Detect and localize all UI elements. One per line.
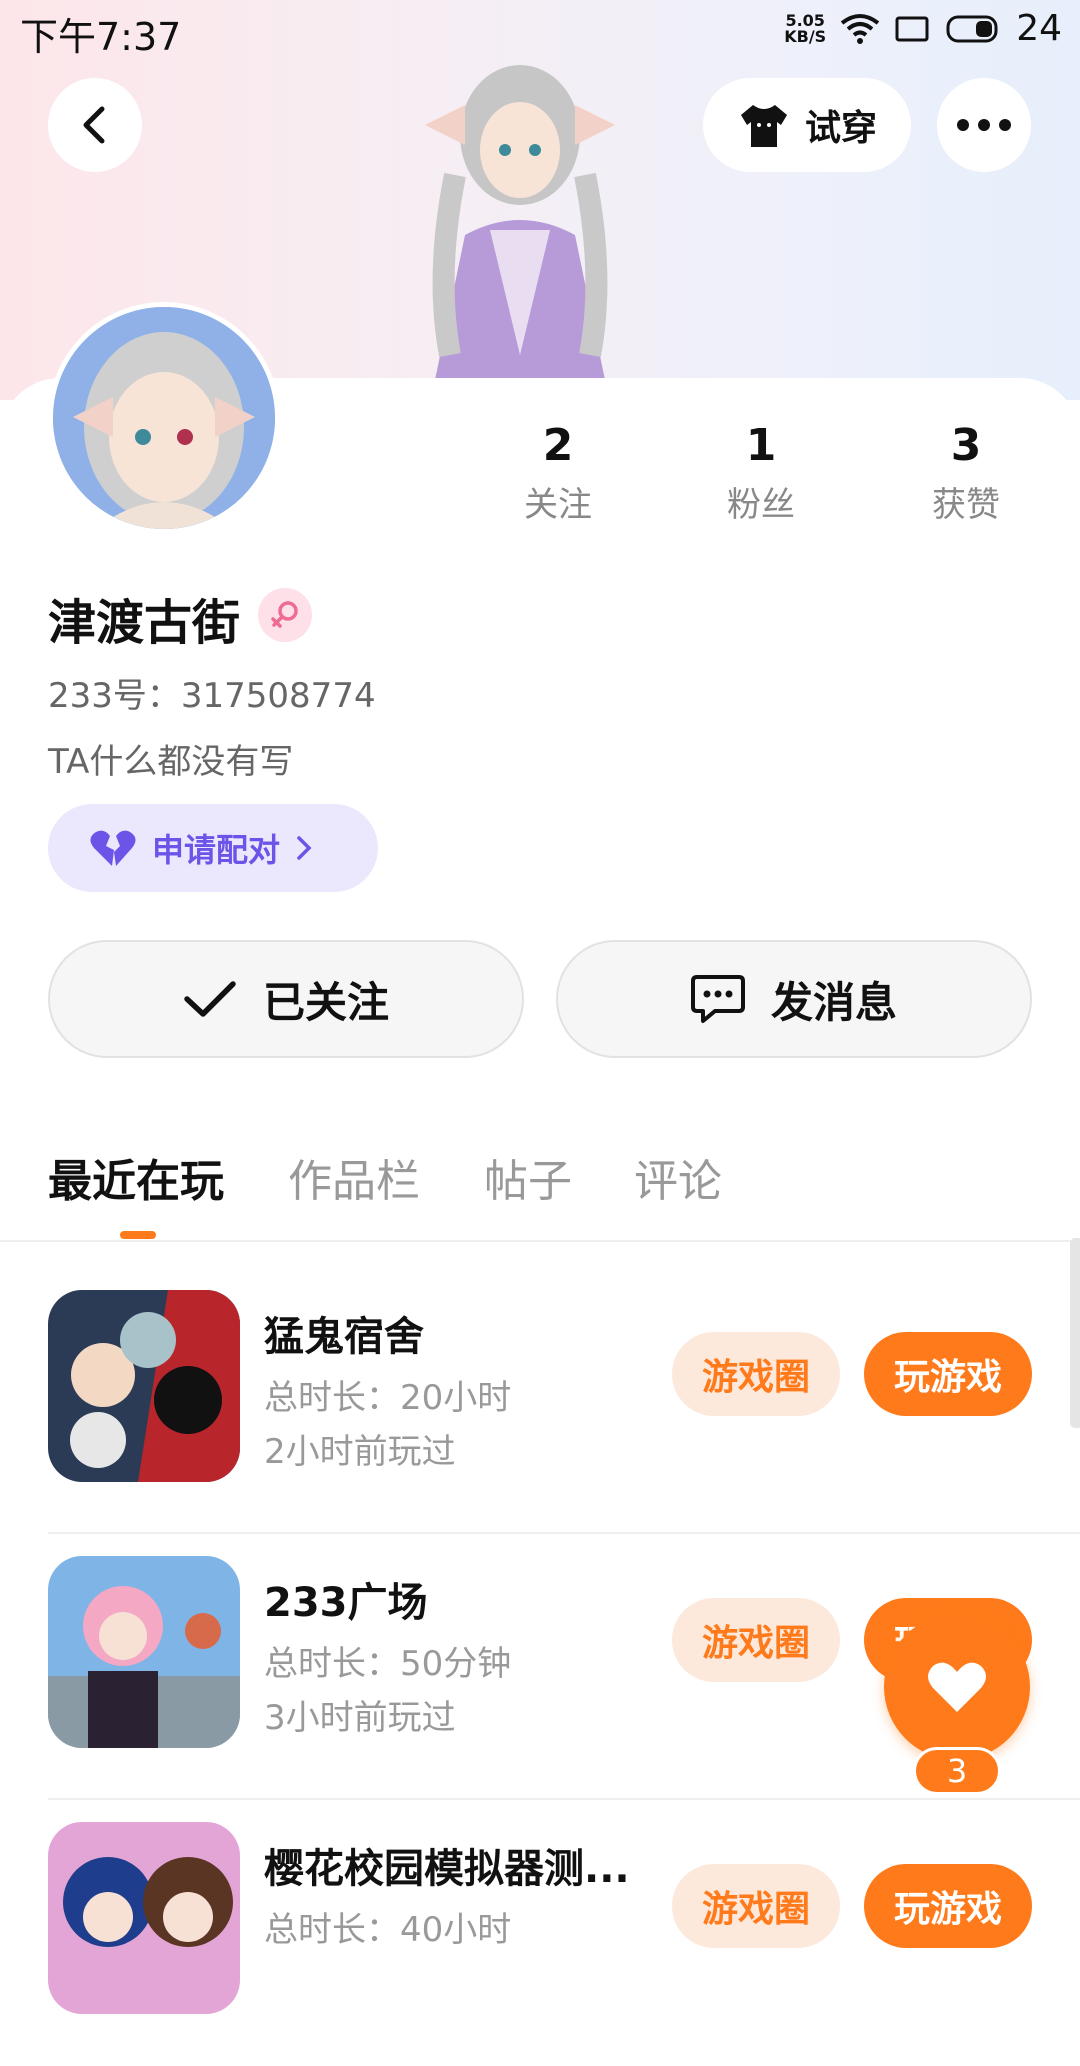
stat-following-count: 2 <box>542 420 574 471</box>
user-id: 233号：317508774 <box>48 676 376 716</box>
game-total-duration: 总时长：20小时 <box>264 1378 512 1418</box>
send-message-label: 发消息 <box>770 977 897 1027</box>
tshirt-icon <box>740 105 787 147</box>
screen-icon <box>895 16 929 41</box>
play-game-button[interactable]: 玩游戏 <box>864 1332 1032 1416</box>
game-cover-image <box>48 1556 240 1748</box>
female-symbol-icon <box>271 601 298 628</box>
tab-comments[interactable]: 评论 <box>634 1145 722 1209</box>
stat-fans-label: 粉丝 <box>727 485 795 525</box>
avatar-image <box>53 307 275 529</box>
game-last-played: 2小时前玩过 <box>264 1432 456 1472</box>
network-speed-unit: KB/S <box>784 26 827 46</box>
game-row[interactable]: 樱花校园模拟器测... 总时长：40小时 游戏圈 玩游戏 <box>0 1800 1080 2066</box>
network-speed: 5.05 KB/S <box>784 12 827 46</box>
stat-fans[interactable]: 1 粉丝 <box>681 420 841 526</box>
try-on-button[interactable]: 试穿 <box>703 78 911 172</box>
stat-likes-label: 获赞 <box>932 485 1000 525</box>
avatar-3d-figure <box>425 65 615 380</box>
user-bio: TA什么都没有写 <box>48 742 294 782</box>
more-button[interactable] <box>937 78 1031 172</box>
battery-icon <box>946 15 998 42</box>
avatar[interactable] <box>48 302 280 534</box>
like-count-badge: 3 <box>913 1747 1001 1795</box>
back-button[interactable] <box>48 78 142 172</box>
stat-fans-count: 1 <box>745 420 777 471</box>
tab-active-indicator <box>120 1231 156 1239</box>
tab-posts[interactable]: 帖子 <box>484 1145 572 1209</box>
stat-likes-count: 3 <box>950 420 982 471</box>
game-title: 樱花校园模拟器测... <box>264 1846 630 1892</box>
game-cover-image <box>48 1822 240 2014</box>
game-title: 猛鬼宿舍 <box>264 1314 424 1360</box>
chevron-right-icon <box>297 836 312 860</box>
heart-icon <box>928 1662 986 1712</box>
battery-level: 24 <box>1016 8 1062 49</box>
game-circle-button[interactable]: 游戏圈 <box>672 1864 840 1948</box>
wifi-icon <box>840 13 880 44</box>
followed-label: 已关注 <box>262 977 389 1027</box>
play-game-button[interactable]: 玩游戏 <box>864 1864 1032 1948</box>
apply-pairing-button[interactable]: 申请配对 <box>48 804 378 892</box>
stat-following[interactable]: 2 关注 <box>478 420 638 526</box>
game-last-played: 3小时前玩过 <box>264 1698 456 1738</box>
followed-button[interactable]: 已关注 <box>48 940 524 1058</box>
game-title: 233广场 <box>264 1580 428 1626</box>
game-circle-button[interactable]: 游戏圈 <box>672 1332 840 1416</box>
game-total-duration: 总时长：50分钟 <box>264 1644 512 1684</box>
send-message-button[interactable]: 发消息 <box>556 940 1032 1058</box>
game-row[interactable]: 猛鬼宿舍 总时长：20小时 2小时前玩过 游戏圈 玩游戏 <box>0 1268 1080 1534</box>
game-icon <box>48 1290 240 1482</box>
username: 津渡古街 <box>48 595 241 651</box>
apply-pairing-label: 申请配对 <box>152 831 281 869</box>
chevron-left-icon <box>83 106 105 144</box>
game-cover-image <box>48 1290 240 1482</box>
tab-works[interactable]: 作品栏 <box>288 1145 420 1209</box>
stat-likes[interactable]: 3 获赞 <box>886 420 1046 526</box>
broken-heart-icon <box>90 830 136 866</box>
tab-recently-played[interactable]: 最近在玩 <box>48 1145 224 1209</box>
game-icon <box>48 1556 240 1748</box>
game-total-duration: 总时长：40小时 <box>264 1910 512 1950</box>
tab-divider <box>0 1240 1080 1242</box>
gender-female-badge <box>258 588 312 642</box>
status-bar: 下午7:37 5.05 KB/S 24 <box>0 0 1080 60</box>
try-on-label: 试穿 <box>804 108 877 149</box>
like-button[interactable] <box>884 1614 1030 1760</box>
stat-following-label: 关注 <box>524 485 592 525</box>
checkmark-icon <box>184 981 236 1017</box>
game-icon <box>48 1822 240 2014</box>
more-dots-icon <box>957 119 1011 131</box>
status-time: 下午7:37 <box>20 15 182 59</box>
chat-bubble-icon <box>690 975 745 1023</box>
game-circle-button[interactable]: 游戏圈 <box>672 1598 840 1682</box>
